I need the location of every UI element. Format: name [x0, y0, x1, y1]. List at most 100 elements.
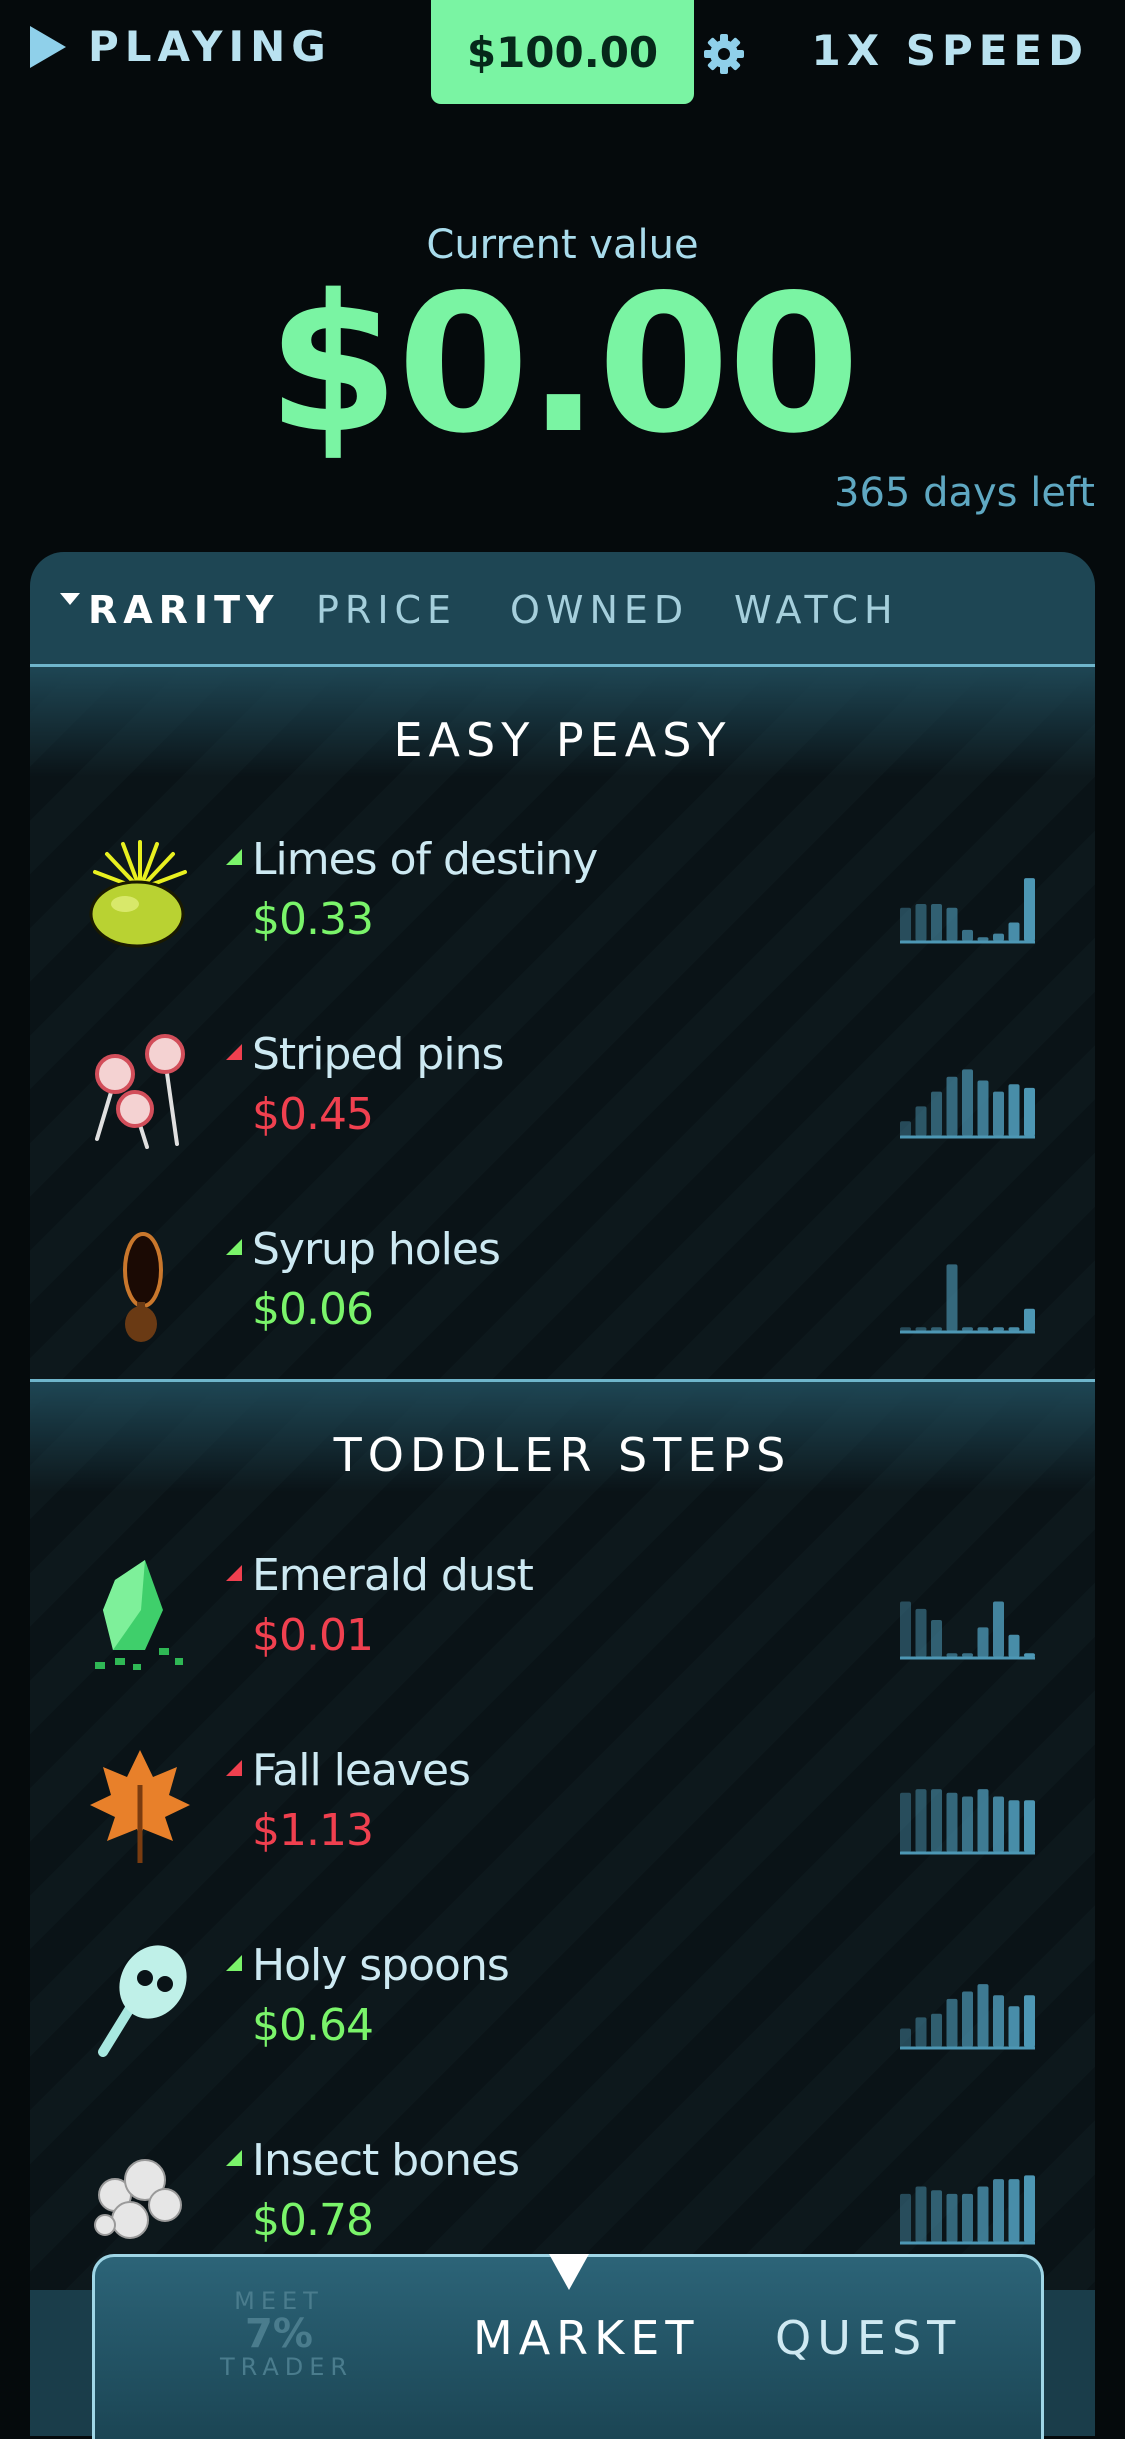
sparkline-bar	[900, 1601, 911, 1657]
sparkline-bar	[977, 937, 989, 941]
sort-tab-price[interactable]: PRICE	[316, 588, 457, 632]
sort-tab-label: RARITY	[88, 588, 280, 632]
trend-up-icon	[226, 1239, 242, 1255]
price-sparkline	[900, 1984, 1035, 2050]
speed-toggle[interactable]: 1X SPEED	[811, 26, 1089, 75]
sparkline-bar	[977, 1627, 989, 1657]
trend-down-icon	[226, 1044, 242, 1060]
sparkline-bar	[993, 1796, 1004, 1852]
sparkline-bar	[993, 1091, 1004, 1136]
item-name: Emerald dust	[252, 1550, 534, 1601]
meet-bottom-label: TRADER	[220, 2353, 354, 2381]
syrup-icon	[123, 1232, 163, 1342]
sparkline-bar	[1008, 1800, 1020, 1852]
sparkline-bar	[977, 2186, 989, 2242]
trend-down-icon	[226, 1565, 242, 1581]
sparkline-bar	[1008, 2179, 1020, 2242]
tab-quest[interactable]: QUEST	[775, 2311, 961, 2365]
sparkline-bar	[1008, 1084, 1020, 1136]
item-name: Syrup holes	[252, 1224, 501, 1275]
meet-percent: 7%	[245, 2311, 313, 2357]
trend-up-icon	[226, 849, 242, 865]
sparkline-bar	[1024, 1308, 1035, 1331]
play-pause-toggle[interactable]: PLAYING	[30, 22, 332, 71]
sparkline-bar	[1008, 1327, 1020, 1331]
sparkline-bar	[915, 2017, 927, 2047]
list-item[interactable]: Fall leaves $1.13	[30, 1725, 1095, 1920]
cash-balance[interactable]: $100.00	[431, 0, 694, 104]
sparkline-bar	[962, 1653, 973, 1657]
gear-icon[interactable]	[700, 30, 748, 78]
sparkline-bar	[1024, 1800, 1035, 1852]
item-name: Fall leaves	[252, 1745, 471, 1796]
list-item[interactable]: Limes of destiny $0.33	[30, 814, 1095, 1009]
sort-tab-owned[interactable]: OWNED	[510, 588, 689, 632]
item-name: Striped pins	[252, 1029, 504, 1080]
spoon-icon	[98, 1945, 187, 2057]
sort-tab-rarity[interactable]: RARITY	[60, 588, 280, 632]
item-price: $0.64	[252, 2000, 374, 2051]
meet-trader-button[interactable]: MEET 7% TRADER	[220, 2287, 354, 2381]
sparkline-bar	[900, 2028, 911, 2047]
sparkline-bar	[993, 1601, 1004, 1657]
sparkline-bar	[962, 1327, 973, 1331]
section-header: EASY PEASY	[30, 667, 1095, 777]
sparkline-bar	[900, 2193, 911, 2242]
sparkline-bar	[900, 1121, 911, 1136]
item-name: Limes of destiny	[252, 834, 598, 885]
section-title: EASY PEASY	[393, 713, 732, 767]
sort-bar: RARITY PRICE OWNED WATCH	[30, 552, 1095, 667]
sparkline-bar	[931, 1327, 942, 1331]
list-item[interactable]: Syrup holes $0.06	[30, 1204, 1095, 1399]
sparkline-bar	[946, 2193, 958, 2242]
caret-down-icon	[60, 592, 80, 605]
section-title: TODDLER STEPS	[333, 1428, 792, 1482]
item-name: Insect bones	[252, 2135, 520, 2186]
sparkline-bar	[1008, 2006, 1020, 2047]
sparkline-bar	[962, 1069, 973, 1136]
sparkline-bar	[900, 1327, 911, 1331]
price-sparkline	[900, 1264, 1035, 1334]
sparkline-bar	[915, 904, 927, 941]
item-price: $1.13	[252, 1805, 374, 1856]
sparkline-bar	[977, 1080, 989, 1136]
price-sparkline	[900, 1601, 1035, 1660]
sparkline-bar	[993, 1327, 1004, 1331]
bottom-nav: MEET 7% TRADER MARKET QUEST	[92, 2254, 1044, 2439]
item-price: $0.01	[252, 1610, 374, 1661]
list-item[interactable]: Holy spoons $0.64	[30, 1920, 1095, 2115]
section-header: TODDLER STEPS	[30, 1382, 1095, 1492]
item-price: $0.06	[252, 1284, 374, 1335]
sort-tab-watch[interactable]: WATCH	[734, 588, 899, 632]
sparkline-bar	[946, 1998, 958, 2047]
list-item[interactable]: Emerald dust $0.01	[30, 1530, 1095, 1725]
lime-icon	[89, 840, 187, 948]
sparkline-bar	[1024, 1087, 1035, 1136]
sparkline-bar	[977, 1327, 989, 1331]
sparkline-bar	[946, 1076, 958, 1136]
item-price: $0.33	[252, 894, 374, 945]
item-price: $0.78	[252, 2195, 374, 2246]
sparkline-bar	[915, 1608, 927, 1657]
price-sparkline	[900, 1789, 1035, 1855]
price-sparkline	[900, 2175, 1035, 2245]
trend-up-icon	[226, 2150, 242, 2166]
sparkline-bar	[946, 1653, 958, 1657]
status-label: PLAYING	[88, 22, 332, 71]
pins-icon	[95, 1034, 185, 1149]
sparkline-bar	[915, 1327, 927, 1331]
emerald-icon	[95, 1560, 183, 1670]
sparkline-bar	[962, 1796, 973, 1852]
market-panel: RARITY PRICE OWNED WATCH EASY PEASY Lime…	[30, 552, 1095, 2436]
sparkline-bar	[977, 1789, 989, 1852]
sparkline-bar	[1024, 878, 1035, 941]
sparkline-bar	[1024, 2175, 1035, 2242]
sparkline-bar	[1008, 922, 1020, 941]
trend-down-icon	[226, 1760, 242, 1776]
sparkline-bar	[1008, 1634, 1020, 1657]
sparkline-bar	[931, 904, 942, 941]
trend-up-icon	[226, 1955, 242, 1971]
tab-market[interactable]: MARKET	[473, 2311, 699, 2365]
sparkline-bar	[1024, 1653, 1035, 1657]
list-item[interactable]: Striped pins $0.45	[30, 1009, 1095, 1204]
